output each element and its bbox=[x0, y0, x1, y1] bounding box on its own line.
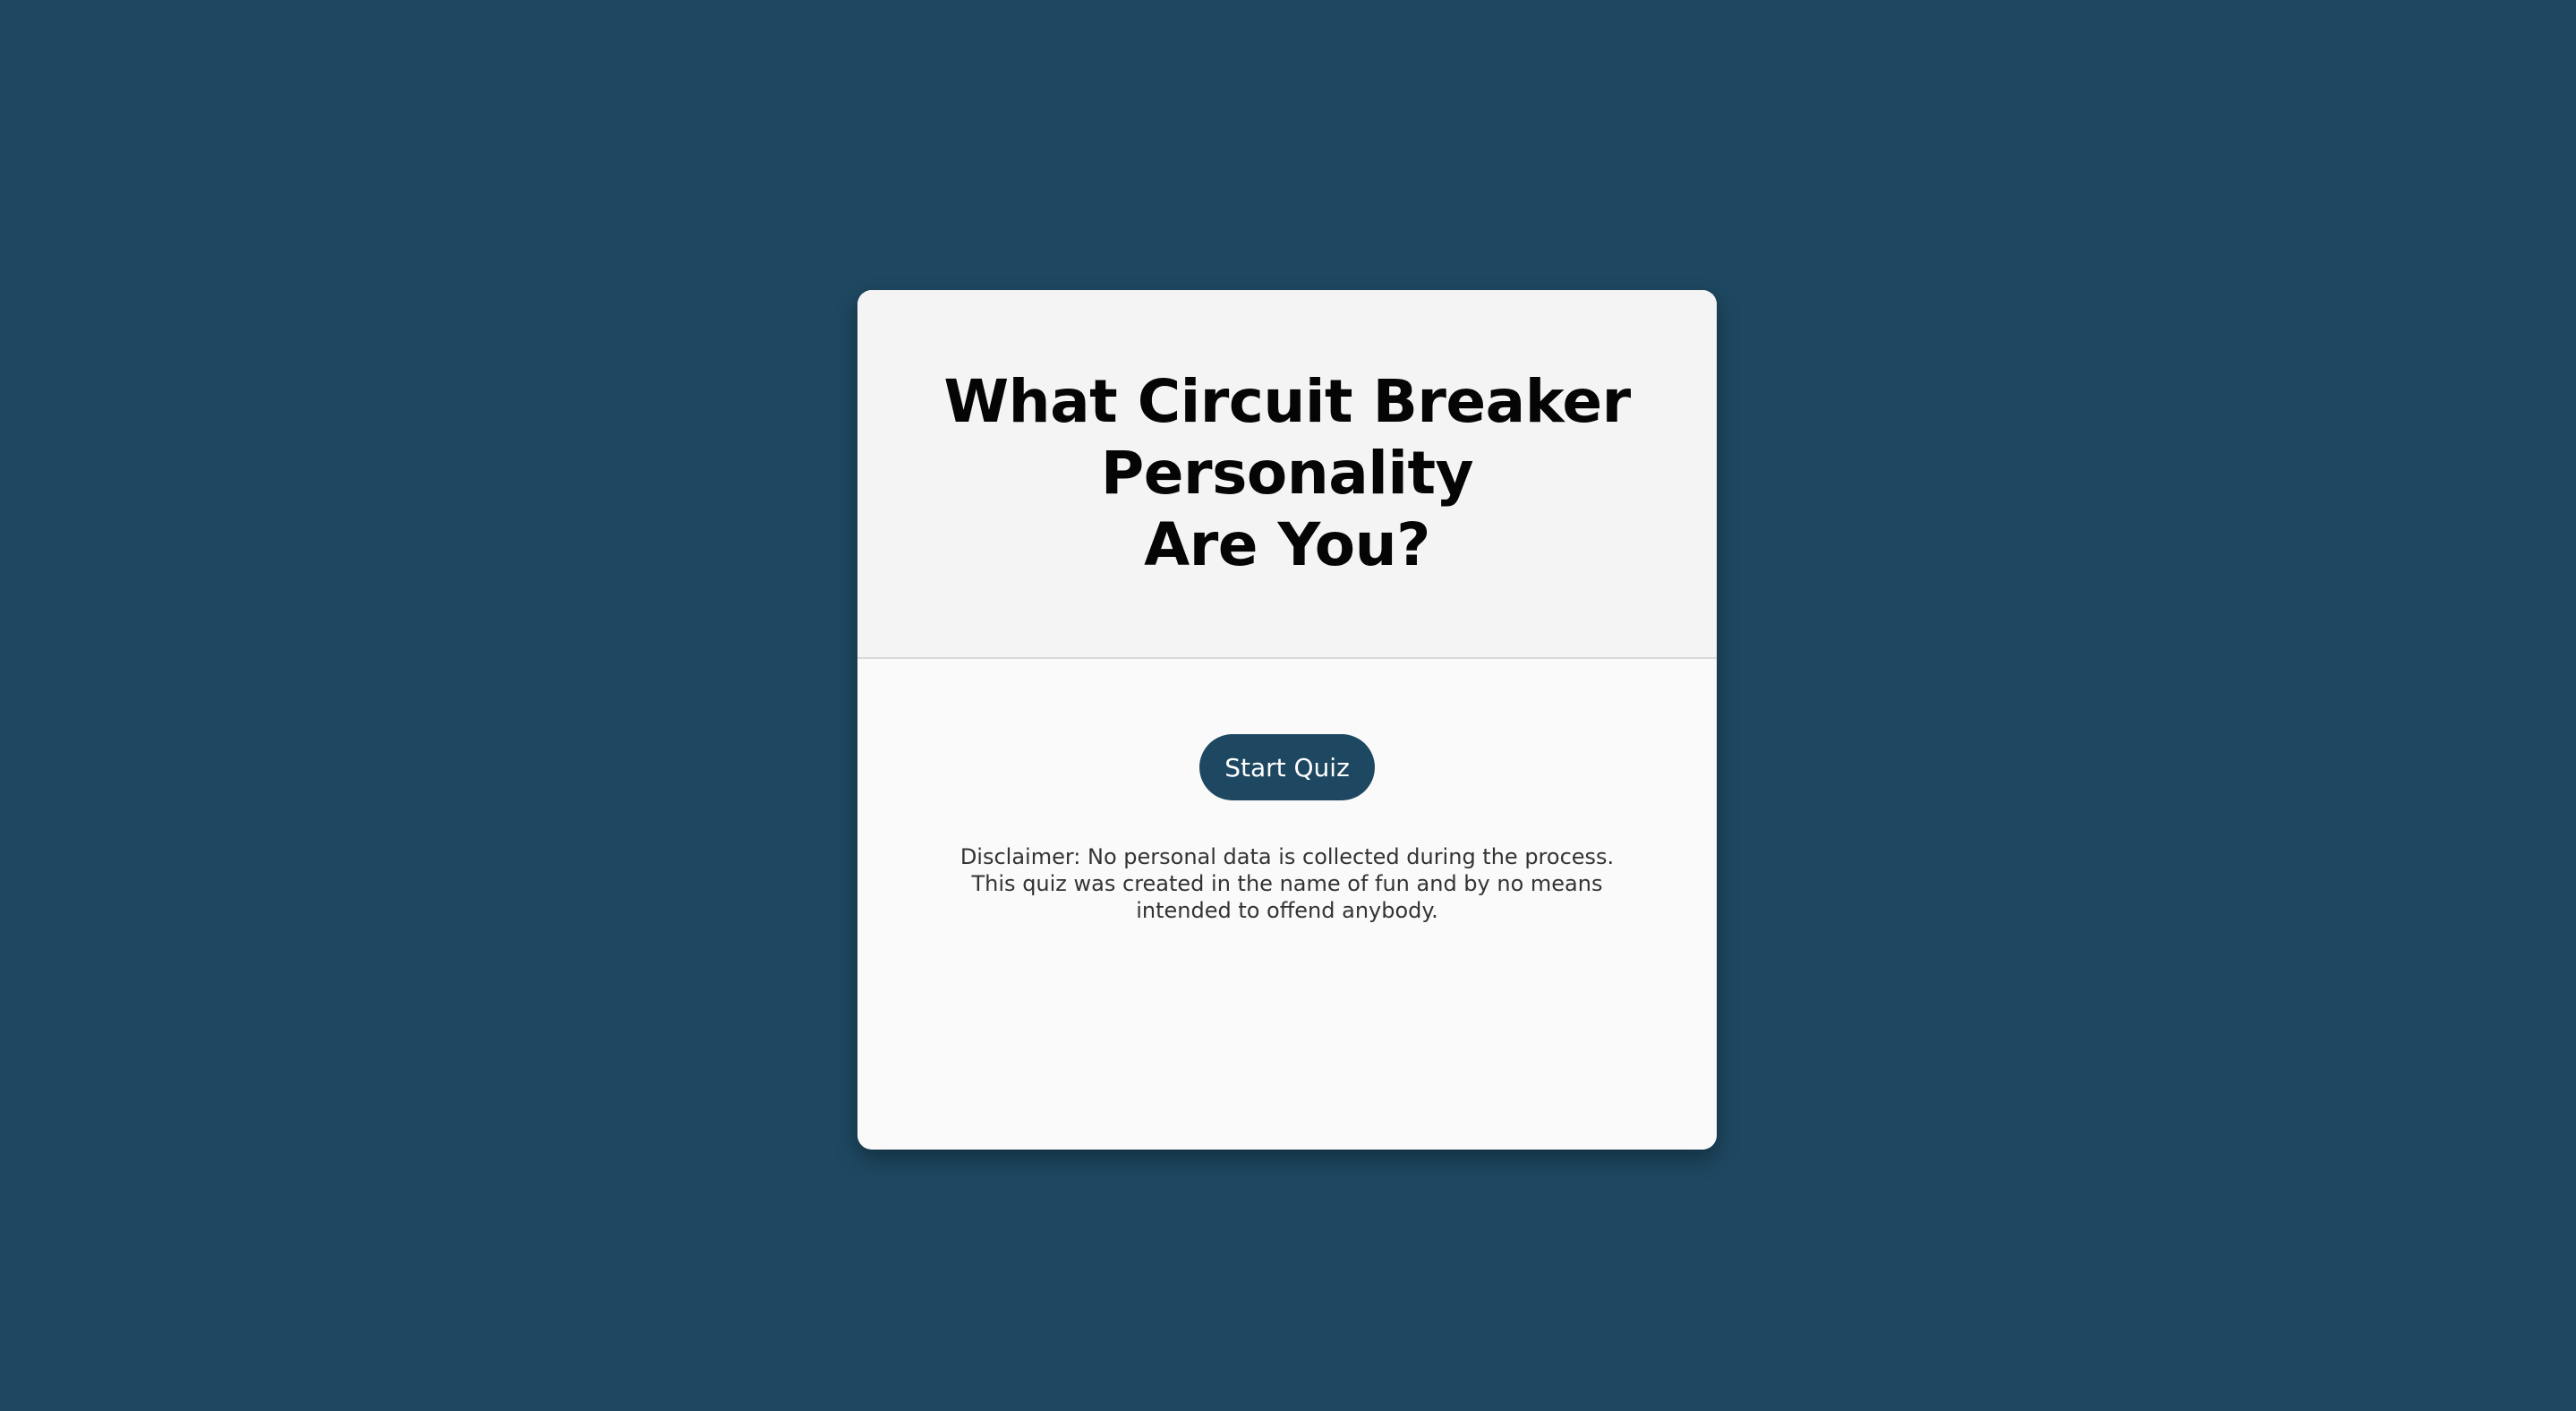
disclaimer-line: intended to offend anybody. bbox=[1136, 898, 1438, 923]
quiz-title-line: Are You? bbox=[1144, 510, 1430, 579]
quiz-title-line: What Circuit Breaker bbox=[943, 367, 1631, 436]
disclaimer-text: Disclaimer: No personal data is collecte… bbox=[947, 843, 1627, 924]
disclaimer-line: This quiz was created in the name of fun… bbox=[971, 871, 1603, 896]
quiz-title: What Circuit Breaker Personality Are You… bbox=[943, 366, 1631, 581]
quiz-title-line: Personality bbox=[1100, 439, 1474, 508]
quiz-card: What Circuit Breaker Personality Are You… bbox=[857, 290, 1717, 1150]
start-quiz-button[interactable]: Start Quiz bbox=[1199, 734, 1375, 800]
quiz-body: Start Quiz Disclaimer: No personal data … bbox=[857, 659, 1717, 945]
disclaimer-line: Disclaimer: No personal data is collecte… bbox=[960, 844, 1615, 869]
quiz-header: What Circuit Breaker Personality Are You… bbox=[857, 290, 1717, 659]
